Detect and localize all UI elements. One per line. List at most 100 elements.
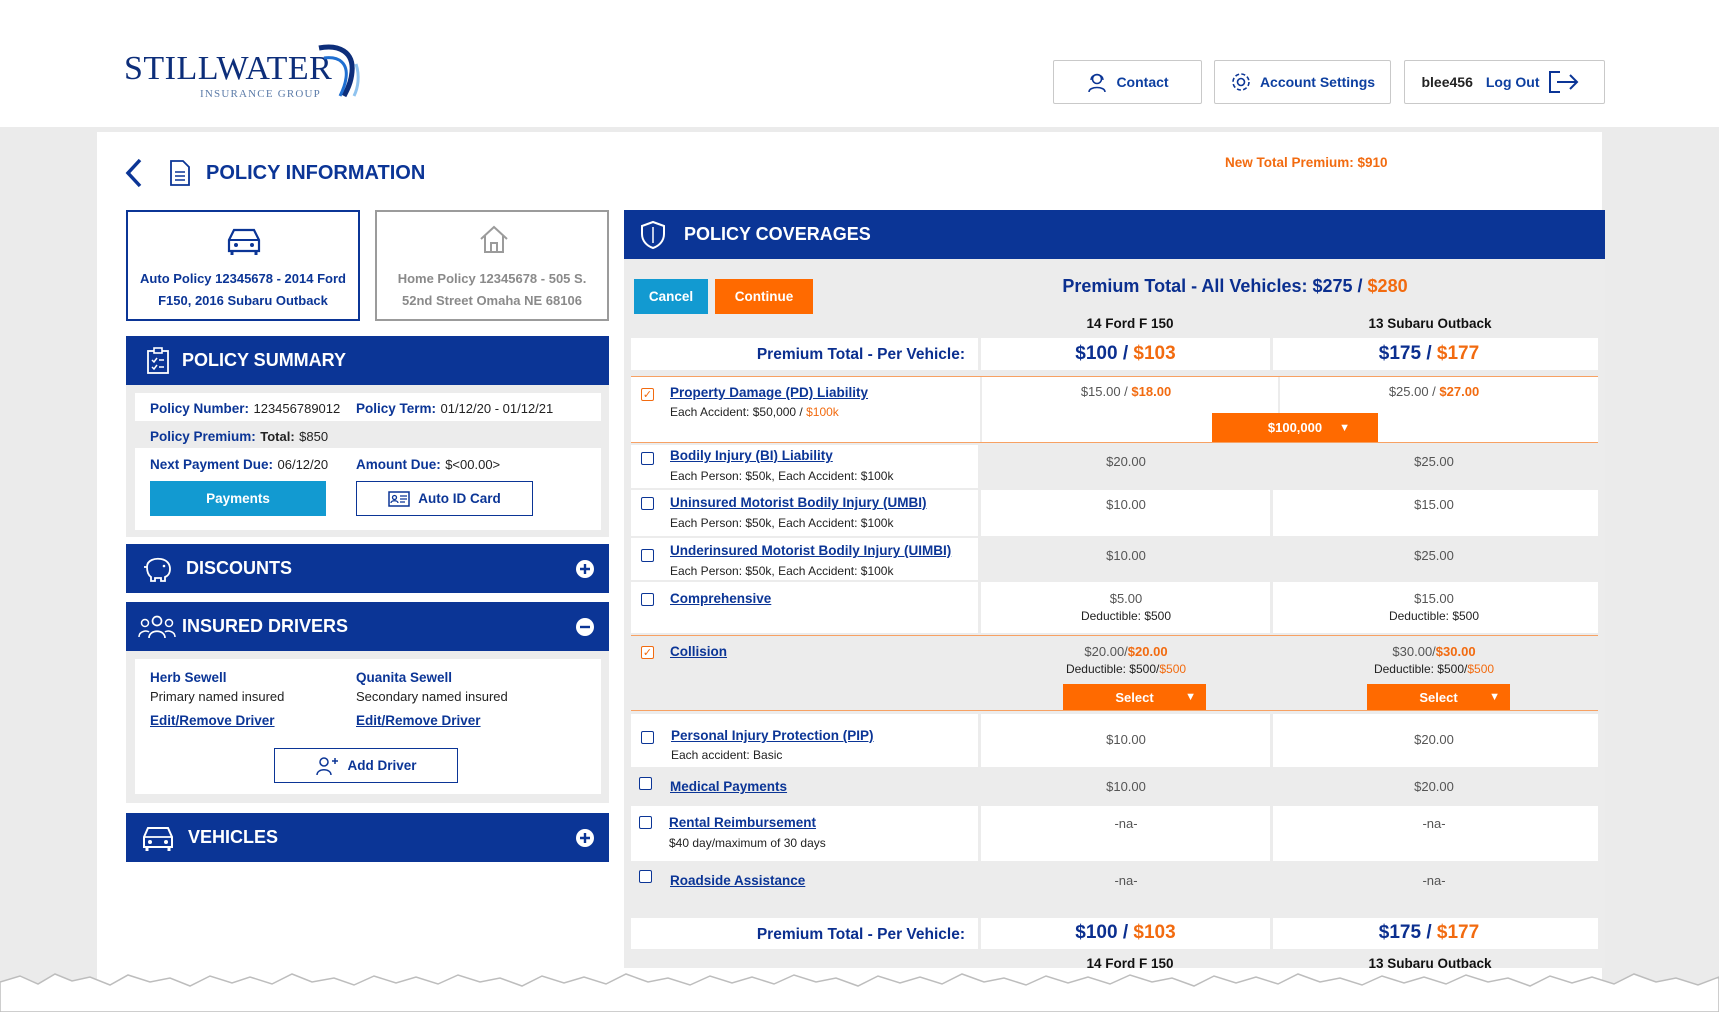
collision-v1-select[interactable]: Select ▼ [1063, 684, 1206, 710]
pd-v2-old: $25.00 / [1388, 384, 1440, 399]
stillwater-logo[interactable]: STILLWATER INSURANCE GROUP [124, 44, 364, 102]
pip-checkbox[interactable] [641, 731, 654, 744]
policy-number-label: Policy Number: [150, 401, 250, 416]
pd-sub: Each Accident: $50,000 / $100k [670, 405, 839, 419]
dropdown-arrow-icon: ▼ [1185, 691, 1196, 703]
policy-number: 123456789012 [253, 401, 341, 416]
driver-role: Primary named insured [150, 689, 285, 704]
plus-circle-icon[interactable] [575, 828, 595, 848]
comp-v2-price: $15.00 [1414, 591, 1454, 606]
document-icon [170, 160, 190, 186]
edit-remove-driver-link[interactable]: Edit/Remove Driver [150, 713, 275, 728]
insured-drivers-header[interactable]: INSURED DRIVERS [126, 602, 609, 651]
premium-total-all: Premium Total - All Vehicles: $275 / $28… [1062, 276, 1408, 296]
vehicle1-heading: 14 Ford F 150 [1086, 316, 1174, 331]
comp-v2-cell [1273, 582, 1598, 633]
road-v2-price: -na- [1422, 873, 1446, 888]
user-logout-box: blee456 Log Out [1404, 60, 1605, 104]
account-settings-button[interactable]: Account Settings [1214, 60, 1391, 104]
edit-remove-driver-link[interactable]: Edit/Remove Driver [356, 713, 481, 728]
comprehensive-checkbox[interactable] [641, 593, 654, 606]
umbi-checkbox[interactable] [641, 497, 654, 510]
bi-sub: Each Person: $50k, Each Accident: $100k [670, 469, 894, 483]
pd-select-value: $100,000 [1267, 420, 1323, 435]
clipboard-check-icon [147, 346, 169, 374]
amount-due-label: Amount Due: [356, 457, 441, 472]
pd-link[interactable]: Property Damage (PD) Liability [670, 385, 868, 400]
comp-v1-cell [981, 582, 1270, 633]
coll-v1-ded-new: $500 [1159, 662, 1187, 676]
roadside-checkbox[interactable] [639, 870, 652, 883]
roadside-link[interactable]: Roadside Assistance [670, 873, 805, 888]
amount-due-row: Amount Due: $<00.00> [356, 456, 500, 474]
coll-v1-new: $20.00 [1127, 644, 1168, 659]
pd-limit-select[interactable]: $100,000 ▼ [1212, 413, 1378, 442]
umbi-link[interactable]: Uninsured Motorist Bodily Injury (UMBI) [670, 495, 927, 510]
policy-premium-row: Policy Premium: Total: $850 [150, 428, 328, 446]
add-user-icon [316, 756, 339, 775]
comp-v2-deductible: Deductible: $500 [1388, 609, 1480, 623]
add-driver-button[interactable]: Add Driver [274, 748, 458, 783]
rental-checkbox[interactable] [639, 816, 652, 829]
collision-v1-price: $20.00/$20.00 [981, 644, 1271, 659]
uimbi-checkbox[interactable] [641, 549, 654, 562]
v1-old: $100 [1075, 343, 1118, 364]
back-chevron-icon[interactable] [125, 158, 143, 188]
pd-v1-price: $15.00 / $18.00 [981, 384, 1271, 399]
auto-policy-card[interactable]: Auto Policy 12345678 - 2014 Ford F150, 2… [126, 210, 360, 321]
discounts-header[interactable]: DISCOUNTS [126, 544, 609, 593]
v2-old-bottom: $175 [1378, 922, 1422, 943]
new-total-premium: New Total Premium: $910 [1225, 155, 1388, 170]
pd-sub-new: $100k [806, 405, 839, 419]
bi-v2-price: $25.00 [1414, 454, 1454, 469]
pip-v1-price: $10.00 [1106, 732, 1146, 747]
v1-new-bottom: $103 [1133, 922, 1176, 943]
pip-link[interactable]: Personal Injury Protection (PIP) [671, 728, 874, 743]
uimbi-link[interactable]: Underinsured Motorist Bodily Injury (UIM… [670, 543, 951, 558]
rental-v1-price: -na- [1114, 816, 1138, 831]
collision-v2-select[interactable]: Select ▼ [1367, 684, 1510, 710]
logout-icon[interactable] [1548, 70, 1580, 94]
logout-link[interactable]: Log Out [1486, 74, 1540, 90]
next-payment-date: 06/12/20 [277, 457, 329, 472]
per-vehicle-v1-bottom: $100 / $103 [1075, 922, 1176, 943]
cancel-button[interactable]: Cancel [634, 279, 708, 314]
minus-circle-icon[interactable] [575, 617, 595, 637]
collision-checkbox[interactable]: ✓ [641, 646, 654, 659]
home-policy-card[interactable]: Home Policy 12345678 - 505 S. 52nd Stree… [375, 210, 609, 321]
pd-v1-old: $15.00 / [1080, 384, 1132, 399]
auto-policy-label: Auto Policy 12345678 - 2014 Ford F150, 2… [140, 271, 346, 308]
vehicles-header[interactable]: VEHICLES [126, 813, 609, 862]
collision-link[interactable]: Collision [670, 644, 727, 659]
plus-circle-icon[interactable] [575, 559, 595, 579]
policy-summary-header[interactable]: POLICY SUMMARY [126, 336, 609, 385]
med-v2-price: $20.00 [1414, 779, 1454, 794]
policy-term: 01/12/20 - 01/12/21 [440, 401, 554, 416]
rental-v2-cell [1273, 806, 1598, 861]
payments-button[interactable]: Payments [150, 481, 326, 516]
medical-link[interactable]: Medical Payments [670, 779, 787, 794]
policy-premium-label: Policy Premium: [150, 429, 256, 444]
pd-checkbox[interactable]: ✓ [641, 388, 654, 401]
bi-link[interactable]: Bodily Injury (BI) Liability [670, 448, 833, 463]
policy-term-row: Policy Term: 01/12/20 - 01/12/21 [356, 400, 553, 418]
comprehensive-link[interactable]: Comprehensive [670, 591, 771, 606]
auto-id-card-button[interactable]: Auto ID Card [356, 481, 533, 516]
rental-link[interactable]: Rental Reimbursement [669, 815, 816, 830]
logo-text: STILLWATER [124, 50, 333, 87]
collision-v2-price: $30.00/$30.00 [1279, 644, 1589, 659]
coll-v2-old: $30.00/ [1392, 644, 1436, 659]
discounts-title: DISCOUNTS [186, 558, 293, 578]
next-payment-label: Next Payment Due: [150, 457, 274, 472]
comp-v1-price: $5.00 [1109, 591, 1143, 606]
per-vehicle-v2-bottom: $175 / $177 [1378, 922, 1480, 943]
pip-sub: Each accident: Basic [671, 748, 783, 762]
bi-checkbox[interactable] [641, 452, 654, 465]
medical-checkbox[interactable] [639, 777, 652, 790]
driver-name: Quanita Sewell [356, 670, 453, 685]
group-users-icon [138, 615, 176, 638]
per-vehicle-v2: $175 / $177 [1378, 343, 1480, 364]
contact-button[interactable]: Contact [1053, 60, 1202, 104]
policy-coverages-title: POLICY COVERAGES [684, 224, 871, 244]
continue-button[interactable]: Continue [715, 279, 813, 314]
